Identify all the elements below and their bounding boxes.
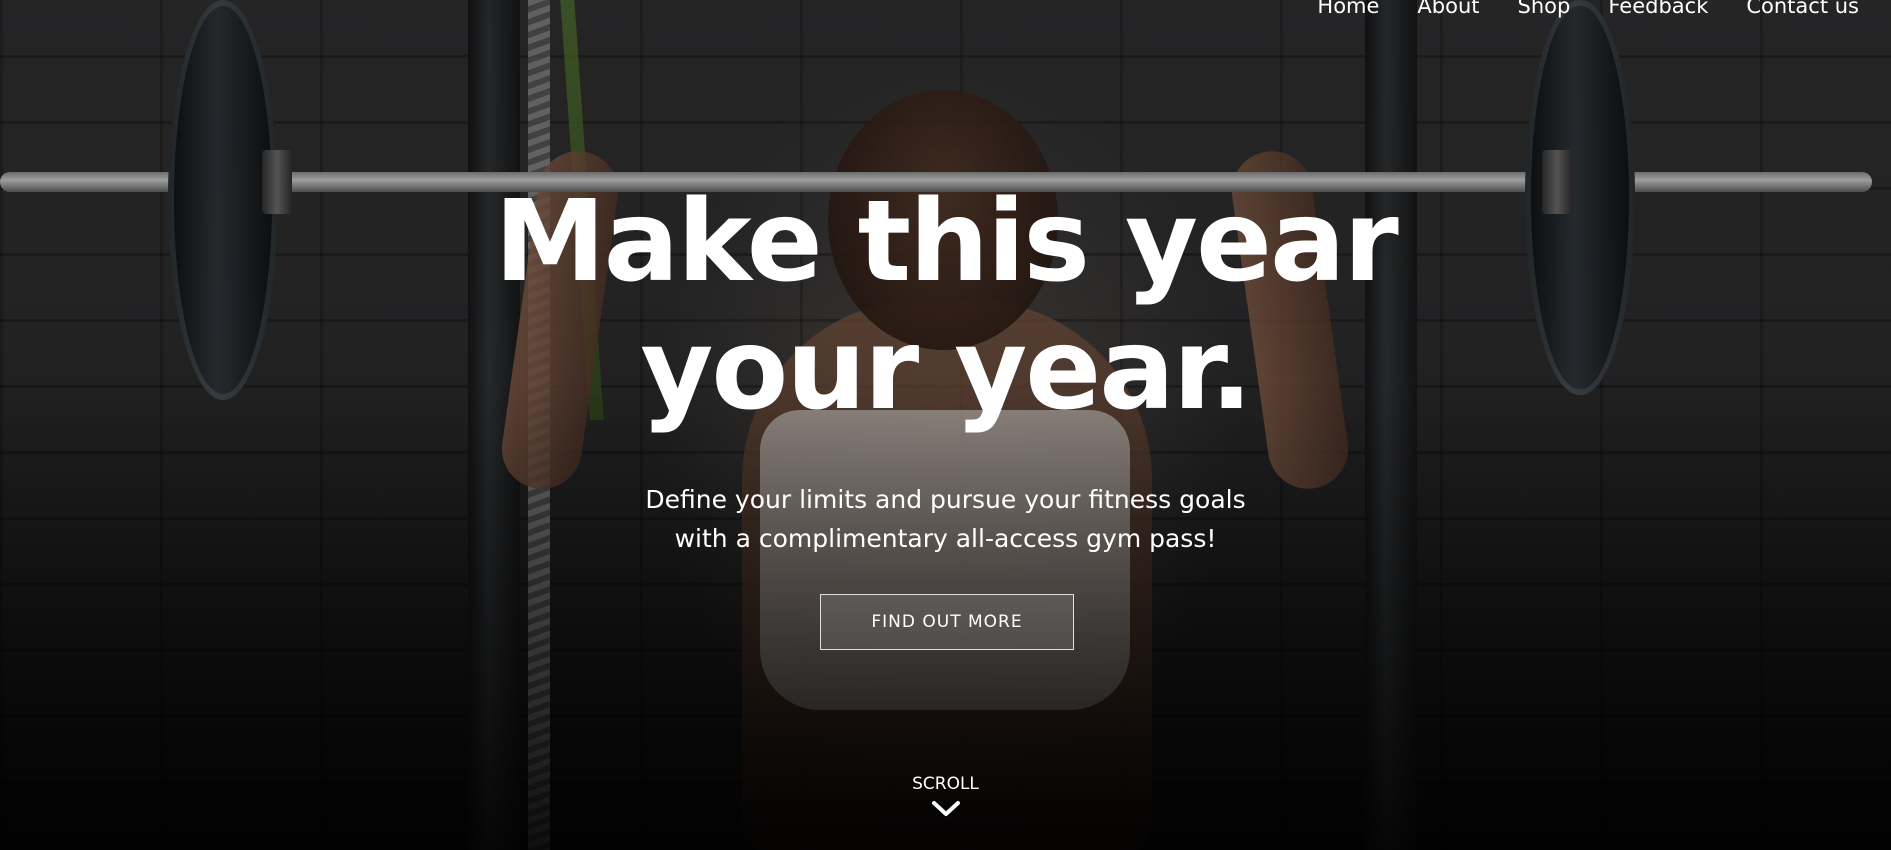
nav-item-contact-us[interactable]: Contact us <box>1746 0 1859 18</box>
hero-headline: Make this year your year. <box>0 178 1891 434</box>
nav-item-shop[interactable]: Shop <box>1518 0 1571 18</box>
nav-item-about[interactable]: About <box>1417 0 1479 18</box>
find-out-more-button[interactable]: FIND OUT MORE <box>820 594 1074 650</box>
hero-section: Home About Shop Feedback Contact us Make… <box>0 0 1891 850</box>
subtitle-line-1: Define your limits and pursue your fitne… <box>645 485 1246 514</box>
scroll-label: SCROLL <box>912 774 979 794</box>
subtitle-line-2: with a complimentary all-access gym pass… <box>674 524 1217 553</box>
scroll-indicator[interactable]: SCROLL <box>0 774 1891 822</box>
nav-item-home[interactable]: Home <box>1317 0 1379 18</box>
headline-line-1: Make this year <box>494 177 1399 307</box>
headline-line-2: your year. <box>640 305 1252 435</box>
top-nav: Home About Shop Feedback Contact us <box>1317 0 1859 18</box>
nav-item-feedback[interactable]: Feedback <box>1608 0 1708 18</box>
hero-subtitle: Define your limits and pursue your fitne… <box>0 480 1891 558</box>
chevron-down-icon[interactable] <box>931 800 961 822</box>
